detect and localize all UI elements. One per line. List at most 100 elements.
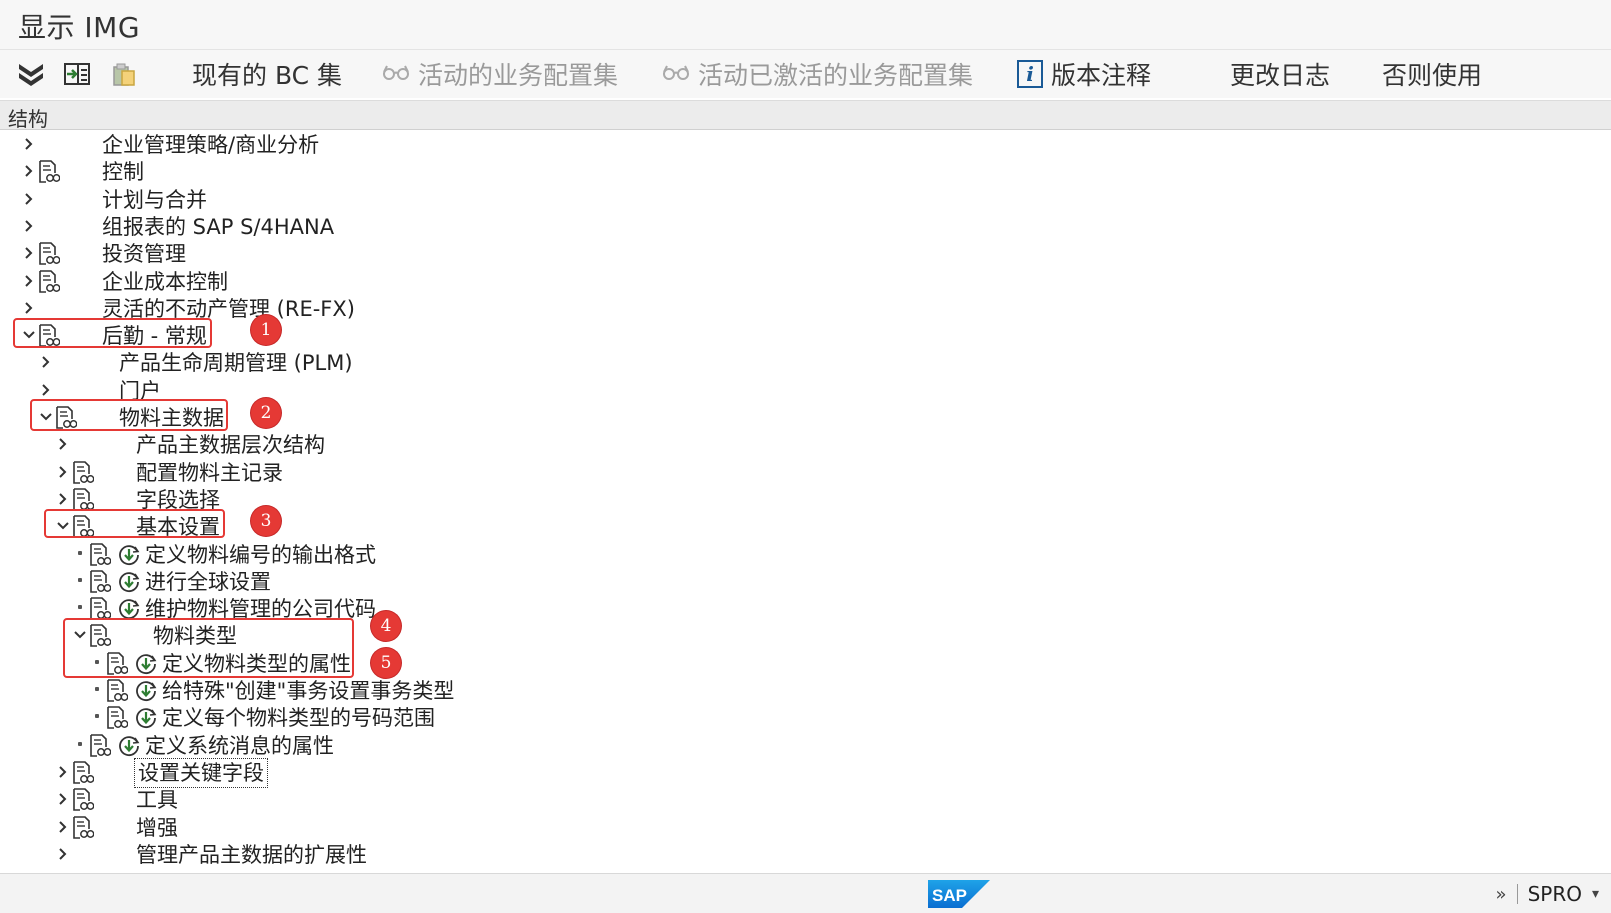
tree-node-label[interactable]: 计划与合并 xyxy=(102,187,207,213)
chevron-right-icon[interactable] xyxy=(39,353,53,371)
tree-node-label[interactable]: 产品生命周期管理 (PLM) xyxy=(119,350,353,376)
execute-icon[interactable] xyxy=(118,598,140,620)
chevron-right-icon[interactable] xyxy=(39,381,53,399)
chevron-right-icon[interactable] xyxy=(56,818,70,836)
tree-node[interactable]: 定义每个物料类型的号码范围 xyxy=(0,704,1611,732)
tree-node[interactable]: 控制 xyxy=(0,158,1611,186)
tree-node-label[interactable]: 定义物料编号的输出格式 xyxy=(145,542,376,568)
chevron-right-icon[interactable] xyxy=(22,190,36,208)
activated-bc-sets-button[interactable]: 活动已激活的业务配置集 xyxy=(662,58,973,90)
chevron-right-icon[interactable] xyxy=(56,435,70,453)
execute-icon[interactable] xyxy=(135,653,157,675)
documentation-icon[interactable] xyxy=(89,569,112,594)
tree-node[interactable]: 管理产品主数据的扩展性 xyxy=(0,841,1611,869)
chevron-right-icon[interactable] xyxy=(22,217,36,235)
expand-all-icon[interactable] xyxy=(14,58,48,90)
tree-node[interactable]: 门户 xyxy=(0,377,1611,405)
clipboard-icon[interactable] xyxy=(106,58,140,90)
tree-node-label[interactable]: 进行全球设置 xyxy=(145,569,271,595)
documentation-icon[interactable] xyxy=(89,624,112,648)
chevron-down-icon[interactable] xyxy=(22,326,36,344)
tree-node[interactable]: 字段选择 xyxy=(0,486,1611,514)
tree-node-label[interactable]: 企业成本控制 xyxy=(102,269,228,295)
documentation-icon[interactable] xyxy=(72,515,95,539)
tree-node[interactable]: 灵活的不动产管理 (RE-FX) xyxy=(0,295,1611,323)
documentation-icon[interactable] xyxy=(106,706,129,730)
active-bc-sets-button[interactable]: 活动的业务配置集 xyxy=(382,58,618,90)
chevron-right-icon[interactable] xyxy=(22,162,36,180)
documentation-icon[interactable] xyxy=(38,269,61,294)
tree-node-label[interactable]: 物料类型 xyxy=(153,623,237,649)
tree-node-label[interactable]: 配置物料主记录 xyxy=(136,460,283,486)
tree-node-label[interactable]: 维护物料管理的公司代码 xyxy=(145,596,376,622)
tree-node[interactable]: 计划与合并 xyxy=(0,186,1611,214)
tree-node[interactable]: 物料主数据 xyxy=(0,404,1611,432)
chevron-right-icon[interactable] xyxy=(56,845,70,863)
tree-node-label[interactable]: 控制 xyxy=(102,159,144,185)
tree-node[interactable]: 定义系统消息的属性 xyxy=(0,732,1611,760)
chevron-right-icon[interactable] xyxy=(22,272,36,290)
double-chevron-icon[interactable]: » xyxy=(1496,884,1507,905)
chevron-right-icon[interactable] xyxy=(56,463,70,481)
tree-node-label[interactable]: 给特殊"创建"事务设置事务类型 xyxy=(162,678,454,704)
tree-node[interactable]: 定义物料编号的输出格式 xyxy=(0,541,1611,569)
execute-icon[interactable] xyxy=(118,735,140,757)
tree-node-label[interactable]: 灵活的不动产管理 (RE-FX) xyxy=(102,296,355,322)
chevron-right-icon[interactable] xyxy=(22,135,36,153)
existing-bc-sets-button[interactable]: 现有的 BC 集 xyxy=(192,58,342,90)
execute-icon[interactable] xyxy=(118,544,140,566)
tree-node-label[interactable]: 增强 xyxy=(136,815,178,841)
documentation-icon[interactable] xyxy=(72,761,95,785)
documentation-icon[interactable] xyxy=(89,542,112,567)
chevron-down-icon[interactable] xyxy=(73,626,87,644)
release-notes-button[interactable]: i 版本注释 xyxy=(1017,58,1151,90)
tree-node[interactable]: 维护物料管理的公司代码 xyxy=(0,595,1611,623)
tree-node[interactable]: 增强 xyxy=(0,814,1611,842)
documentation-icon[interactable] xyxy=(72,788,95,812)
chevron-down-icon[interactable] xyxy=(56,517,70,535)
documentation-icon[interactable] xyxy=(38,160,61,184)
chevron-right-icon[interactable] xyxy=(56,490,70,508)
otherwise-use-button[interactable]: 否则使用 xyxy=(1382,58,1482,90)
tree-node[interactable]: 设置关键字段 xyxy=(0,757,1611,788)
tree-node-label[interactable]: 投资管理 xyxy=(102,241,186,267)
documentation-icon[interactable] xyxy=(106,679,129,703)
change-log-button[interactable]: 更改日志 xyxy=(1230,58,1330,90)
tree-node-label[interactable]: 企业管理策略/商业分析 xyxy=(102,132,319,158)
tree-node[interactable]: 物料类型 xyxy=(0,622,1611,650)
tree-node[interactable]: 企业管理策略/商业分析 xyxy=(0,131,1611,159)
tree-node-label[interactable]: 定义系统消息的属性 xyxy=(145,733,334,759)
tree-node-label[interactable]: 工具 xyxy=(136,787,178,813)
tree-node-label[interactable]: 字段选择 xyxy=(136,487,220,513)
tree-node[interactable]: 基本设置 xyxy=(0,513,1611,541)
documentation-icon[interactable] xyxy=(72,815,95,840)
chevron-down-icon[interactable]: ▾ xyxy=(1592,886,1599,902)
chevron-down-icon[interactable] xyxy=(39,408,53,426)
documentation-icon[interactable] xyxy=(89,597,112,621)
tree-node-label[interactable]: 产品主数据层次结构 xyxy=(136,432,325,458)
execute-icon[interactable] xyxy=(135,680,157,702)
tree-node-label[interactable]: 物料主数据 xyxy=(119,405,224,431)
chevron-right-icon[interactable] xyxy=(56,763,70,781)
tree-node[interactable]: 产品生命周期管理 (PLM) xyxy=(0,349,1611,377)
documentation-icon[interactable] xyxy=(38,324,61,348)
documentation-icon[interactable] xyxy=(55,406,78,430)
tree-node[interactable]: 企业成本控制 xyxy=(0,268,1611,296)
tree-node[interactable]: 配置物料主记录 xyxy=(0,459,1611,487)
tree-node-label[interactable]: 管理产品主数据的扩展性 xyxy=(136,842,367,868)
tree-node[interactable]: 投资管理 xyxy=(0,240,1611,268)
chevron-right-icon[interactable] xyxy=(22,244,36,262)
tree-node[interactable]: 定义物料类型的属性 xyxy=(0,650,1611,678)
tree-node-label[interactable]: 组报表的 SAP S/4HANA xyxy=(102,214,334,240)
tree-node-label[interactable]: 定义每个物料类型的号码范围 xyxy=(162,705,435,731)
chevron-right-icon[interactable] xyxy=(56,790,70,808)
tree-node[interactable]: 工具 xyxy=(0,786,1611,814)
tree-node-label[interactable]: 设置关键字段 xyxy=(134,757,268,788)
tree-node[interactable]: 进行全球设置 xyxy=(0,568,1611,596)
documentation-icon[interactable] xyxy=(38,242,61,266)
execute-icon[interactable] xyxy=(135,707,157,729)
documentation-icon[interactable] xyxy=(106,651,129,676)
tree-node-label[interactable]: 基本设置 xyxy=(136,514,220,540)
tree-node[interactable]: 给特殊"创建"事务设置事务类型 xyxy=(0,677,1611,705)
tree-node[interactable]: 组报表的 SAP S/4HANA xyxy=(0,213,1611,241)
